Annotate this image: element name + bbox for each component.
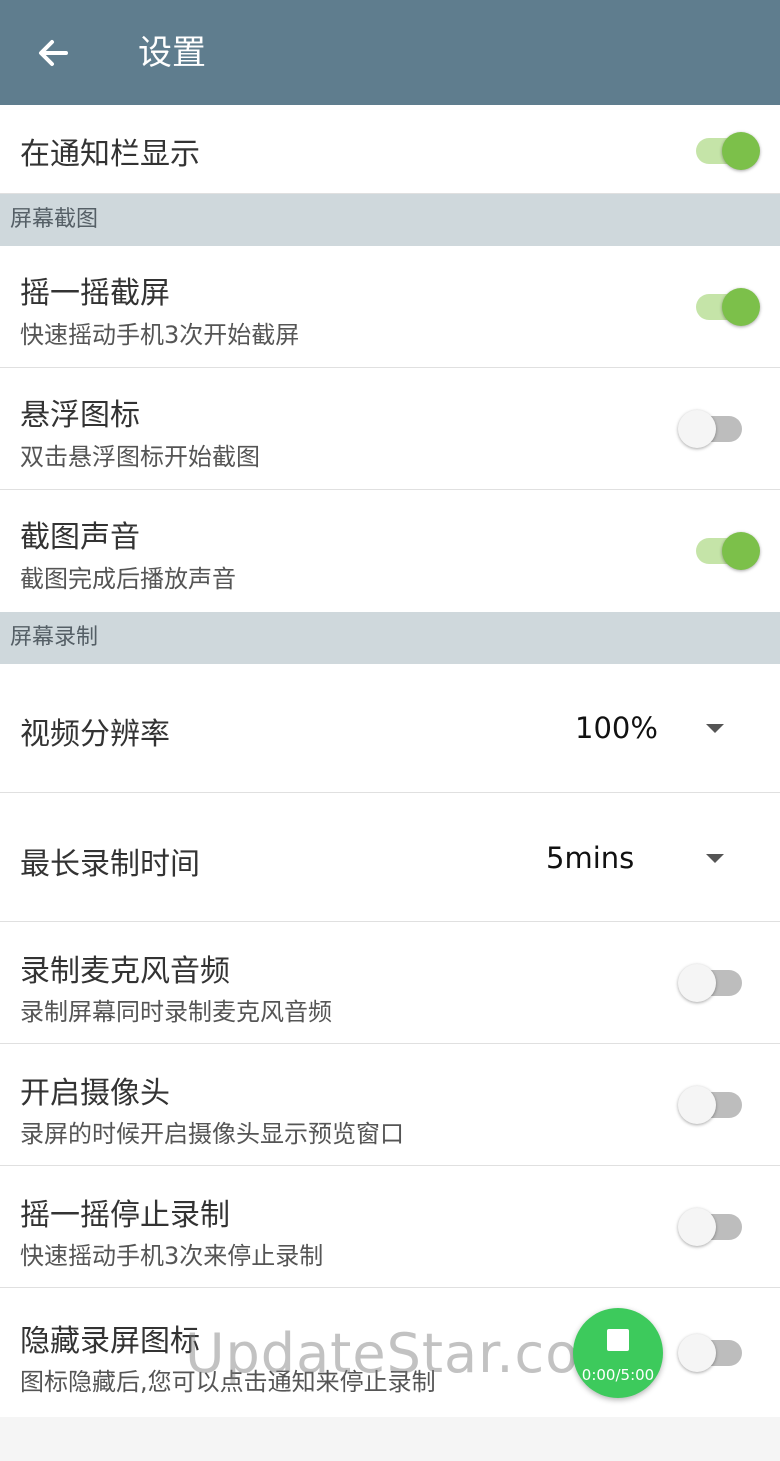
setting-subtitle: 截图完成后播放声音 [20, 565, 236, 593]
setting-mic-audio[interactable]: 录制麦克风音频 录制屏幕同时录制麦克风音频 [0, 922, 780, 1044]
setting-shake-stop[interactable]: 摇一摇停止录制 快速摇动手机3次来停止录制 [0, 1166, 780, 1288]
max-time-dropdown-value[interactable]: 5mins [546, 841, 634, 875]
setting-subtitle: 录制屏幕同时录制麦克风音频 [20, 998, 332, 1026]
shake-screenshot-toggle[interactable] [696, 288, 760, 326]
recording-timer: 0:00/5:00 [581, 1366, 655, 1384]
setting-max-time[interactable]: 最长录制时间 5mins [0, 793, 780, 922]
setting-resolution[interactable]: 视频分辨率 100% [0, 664, 780, 793]
setting-notification[interactable]: 在通知栏显示 [0, 105, 780, 194]
setting-camera[interactable]: 开启摄像头 录屏的时候开启摄像头显示预览窗口 [0, 1044, 780, 1166]
setting-title: 最长录制时间 [20, 847, 200, 882]
screenshot-sound-toggle[interactable] [696, 532, 760, 570]
page-title: 设置 [138, 33, 206, 73]
chevron-down-icon[interactable] [706, 854, 724, 863]
setting-shake-screenshot[interactable]: 摇一摇截屏 快速摇动手机3次开始截屏 [0, 246, 780, 368]
setting-title: 摇一摇停止录制 [20, 1198, 230, 1233]
setting-title: 截图声音 [20, 520, 140, 555]
setting-subtitle: 快速摇动手机3次开始截屏 [20, 321, 300, 349]
float-icon-toggle[interactable] [678, 410, 742, 448]
camera-toggle[interactable] [678, 1086, 742, 1124]
mic-audio-toggle[interactable] [678, 964, 742, 1002]
app-bar: 设置 [0, 0, 780, 105]
setting-title: 摇一摇截屏 [20, 276, 170, 311]
shake-stop-toggle[interactable] [678, 1208, 742, 1246]
arrow-left-icon[interactable] [30, 30, 76, 76]
setting-subtitle: 双击悬浮图标开始截图 [20, 443, 260, 471]
setting-title: 悬浮图标 [20, 398, 140, 433]
setting-title: 隐藏录屏图标 [20, 1324, 200, 1359]
setting-title: 录制麦克风音频 [20, 954, 230, 989]
hide-icon-toggle[interactable] [678, 1334, 742, 1372]
section-header-screenshot: 屏幕截图 [0, 194, 780, 246]
setting-float-icon[interactable]: 悬浮图标 双击悬浮图标开始截图 [0, 368, 780, 490]
setting-title: 在通知栏显示 [20, 137, 200, 172]
watermark-text: UpdateStar.com [185, 1322, 633, 1385]
chevron-down-icon[interactable] [706, 724, 724, 733]
setting-title: 视频分辨率 [20, 717, 170, 752]
resolution-dropdown-value[interactable]: 100% [575, 711, 658, 745]
settings-list: 在通知栏显示 屏幕截图 摇一摇截屏 快速摇动手机3次开始截屏 悬浮图标 双击悬浮… [0, 105, 780, 1417]
notification-toggle[interactable] [696, 132, 760, 170]
recording-floating-button[interactable]: 0:00/5:00 [573, 1308, 663, 1398]
stop-icon[interactable] [607, 1329, 629, 1351]
setting-title: 开启摄像头 [20, 1076, 170, 1111]
section-header-recording: 屏幕录制 [0, 612, 780, 664]
setting-subtitle: 快速摇动手机3次来停止录制 [20, 1242, 324, 1270]
setting-screenshot-sound[interactable]: 截图声音 截图完成后播放声音 [0, 490, 780, 612]
setting-subtitle: 录屏的时候开启摄像头显示预览窗口 [20, 1120, 404, 1148]
